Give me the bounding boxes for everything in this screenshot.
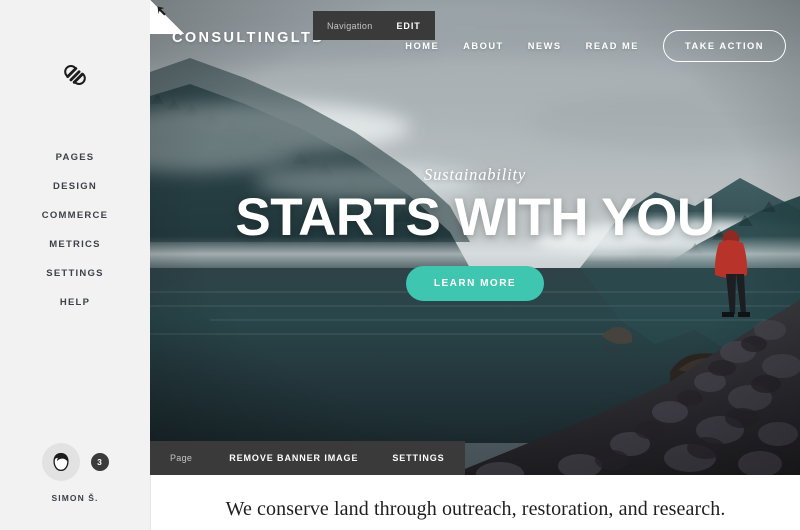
learn-more-button[interactable]: LEARN MORE (405, 265, 545, 301)
navigation-edit-label: Navigation (327, 20, 373, 31)
page-toolbar-label: Page (170, 453, 193, 463)
sidebar-item-metrics[interactable]: METRICS (0, 230, 150, 259)
avatar[interactable] (41, 443, 80, 481)
remove-banner-image-button[interactable]: REMOVE BANNER IMAGE (229, 453, 358, 463)
site-nav-link-home[interactable]: HOME (405, 41, 439, 51)
navigation-edit-toolbar[interactable]: Navigation EDIT (313, 11, 435, 40)
hero-banner[interactable]: CONSULTINGLTD HOME ABOUT NEWS READ ME TA… (150, 0, 800, 475)
collapse-panel-button[interactable] (150, 0, 184, 34)
site-nav: HOME ABOUT NEWS READ ME TAKE ACTION (405, 30, 786, 62)
squarespace-editor-window: PAGES DESIGN COMMERCE METRICS SETTINGS H… (0, 0, 800, 530)
navigation-edit-button[interactable]: EDIT (397, 21, 421, 31)
sidebar-item-pages[interactable]: PAGES (0, 143, 150, 172)
site-nav-link-about[interactable]: ABOUT (463, 41, 504, 51)
site-header: CONSULTINGLTD HOME ABOUT NEWS READ ME TA… (150, 0, 800, 72)
account-row: 3 (0, 443, 150, 481)
sidebar-item-commerce[interactable]: COMMERCE (0, 201, 150, 230)
account-name: SIMON Š. (51, 493, 99, 503)
sidebar-item-design[interactable]: DESIGN (0, 172, 150, 201)
sidebar-nav: PAGES DESIGN COMMERCE METRICS SETTINGS H… (0, 143, 150, 317)
sidebar-item-settings[interactable]: SETTINGS (0, 259, 150, 288)
site-logo[interactable]: CONSULTINGLTD (172, 30, 325, 46)
site-nav-link-read-me[interactable]: READ ME (586, 41, 639, 51)
sidebar-item-help[interactable]: HELP (0, 288, 150, 317)
page-content-section[interactable]: We conserve land through outreach, resto… (150, 475, 800, 530)
user-avatar-icon (52, 452, 69, 472)
sidebar: PAGES DESIGN COMMERCE METRICS SETTINGS H… (0, 0, 150, 530)
account-section: 3 SIMON Š. (0, 443, 150, 503)
take-action-button[interactable]: TAKE ACTION (663, 30, 786, 62)
page-toolbar: Page REMOVE BANNER IMAGE SETTINGS (150, 441, 465, 475)
collapse-arrow-icon (157, 6, 166, 16)
notification-badge[interactable]: 3 (90, 453, 109, 471)
page-settings-button[interactable]: SETTINGS (392, 453, 444, 463)
site-preview-canvas: CONSULTINGLTD HOME ABOUT NEWS READ ME TA… (150, 0, 800, 530)
squarespace-logo-icon[interactable] (0, 62, 150, 88)
site-nav-link-news[interactable]: NEWS (528, 41, 562, 51)
content-lead-text: We conserve land through outreach, resto… (225, 498, 726, 520)
